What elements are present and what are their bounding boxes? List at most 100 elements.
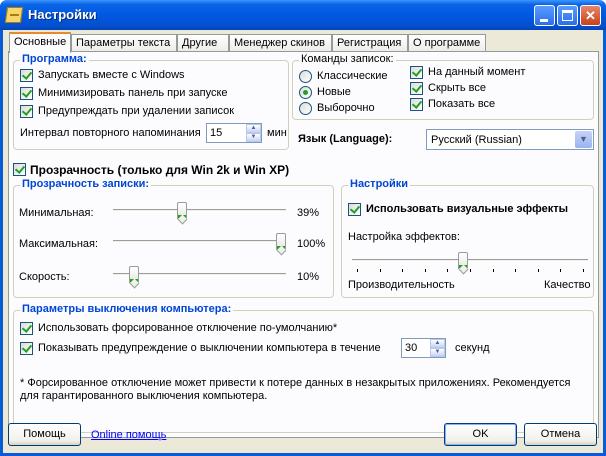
maximize-button[interactable]	[557, 5, 578, 26]
tab-registration[interactable]: Регистрация	[332, 34, 408, 52]
radio-selective-label: Выборочно	[317, 102, 375, 114]
effects-settings-group: Настройки Использовать визуальные эффект…	[341, 178, 594, 298]
language-select[interactable]: Русский (Russian) ▼	[426, 129, 594, 150]
current-moment-checkbox[interactable]	[410, 66, 423, 79]
note-commands-group: Команды записок: Классические Новые Выбо…	[292, 53, 594, 120]
shutdown-seconds-stepper[interactable]: 30 ▲ ▼	[401, 338, 446, 358]
slider-thumb[interactable]	[276, 233, 286, 250]
shutdown-warning-checkbox[interactable]	[20, 342, 33, 355]
radio-classic[interactable]	[299, 70, 312, 83]
tab-general[interactable]: Основные	[9, 32, 71, 53]
slider-track	[113, 209, 286, 212]
stepper-up-icon[interactable]: ▲	[430, 339, 445, 348]
slider-tick	[470, 269, 471, 272]
speed-slider[interactable]	[113, 264, 286, 286]
slider-thumb[interactable]	[176, 202, 187, 219]
tab-text-params[interactable]: Параметры текста	[71, 34, 177, 52]
close-icon: ✕	[585, 8, 596, 23]
minimize-on-start-checkbox[interactable]	[20, 87, 33, 100]
quality-label: Качество	[544, 279, 591, 291]
autostart-label: Запускать вместе с Windows	[38, 69, 185, 81]
radio-selective[interactable]	[299, 102, 312, 115]
min-transparency-value: 39%	[297, 207, 320, 219]
dialog-body: Основные Параметры текста Другие Менедже…	[3, 30, 603, 453]
slider-track	[113, 240, 286, 243]
slider-thumb[interactable]	[458, 252, 469, 269]
autostart-checkbox[interactable]	[20, 69, 33, 82]
title-bar[interactable]: Настройки ✕	[0, 0, 606, 30]
transparency-checkbox[interactable]	[13, 163, 26, 176]
stepper-arrows: ▲ ▼	[430, 339, 445, 357]
slider-track	[352, 259, 588, 262]
effects-tuning-label: Настройка эффектов:	[348, 231, 460, 243]
slider-tick	[357, 269, 358, 272]
visual-effects-label: Использовать визуальные эффекты	[366, 203, 569, 215]
max-transparency-label: Максимальная:	[19, 238, 99, 250]
speed-value: 10%	[297, 271, 320, 283]
stepper-up-icon[interactable]: ▲	[246, 124, 261, 133]
reminder-interval-value[interactable]: 15	[210, 127, 222, 139]
effects-quality-slider[interactable]	[352, 250, 588, 272]
radio-classic-label: Классические	[317, 70, 388, 82]
reminder-interval-label: Интервал повторного напоминания	[20, 127, 201, 139]
reminder-unit: мин	[267, 127, 287, 139]
program-group-title: Программа:	[20, 53, 89, 65]
help-button[interactable]: Помощь	[8, 423, 81, 446]
tab-other[interactable]: Другие	[177, 34, 229, 52]
slider-tick	[447, 269, 449, 272]
visual-effects-checkbox[interactable]	[348, 203, 361, 216]
note-transparency-group: Прозрачность записки: Минимальная: 39% М…	[13, 178, 334, 298]
stepper-arrows: ▲ ▼	[246, 124, 261, 142]
minimize-button[interactable]	[534, 5, 555, 26]
hide-all-checkbox[interactable]	[410, 82, 423, 95]
window-title: Настройки	[28, 7, 97, 22]
close-button[interactable]: ✕	[580, 5, 601, 26]
chevron-down-icon[interactable]: ▼	[575, 131, 592, 148]
shutdown-seconds-unit: секунд	[455, 342, 490, 354]
program-group: Программа: Запускать вместе с Windows Ми…	[13, 53, 289, 150]
shutdown-seconds-value[interactable]: 30	[405, 342, 417, 354]
maximize-icon	[562, 10, 573, 21]
cancel-button[interactable]: Отмена	[524, 423, 597, 446]
language-label: Язык (Language):	[298, 133, 393, 145]
note-app-icon	[4, 7, 24, 23]
tab-panel-general: Программа: Запускать вместе с Windows Ми…	[8, 51, 599, 438]
max-transparency-slider[interactable]	[113, 231, 286, 253]
radio-new[interactable]	[299, 86, 312, 99]
stepper-down-icon[interactable]: ▼	[430, 348, 445, 357]
tab-skin-manager[interactable]: Менеджер скинов	[229, 34, 332, 52]
radio-new-label: Новые	[317, 86, 351, 98]
minimize-icon	[540, 19, 548, 22]
shutdown-group-title: Параметры выключения компьютера:	[20, 303, 234, 315]
slider-tick	[537, 269, 539, 272]
warn-on-delete-checkbox[interactable]	[20, 105, 33, 118]
slider-thumb[interactable]	[129, 266, 140, 283]
ok-button[interactable]: OK	[444, 423, 517, 446]
warn-on-delete-label: Предупреждать при удалении записок	[38, 105, 235, 117]
force-shutdown-label: Использовать форсированное отключение по…	[38, 322, 338, 334]
hide-all-label: Скрыть все	[428, 82, 486, 94]
min-transparency-slider[interactable]	[113, 200, 286, 222]
slider-tick	[492, 269, 494, 272]
slider-tick	[515, 269, 517, 272]
note-transparency-title: Прозрачность записки:	[20, 178, 152, 190]
slider-tick	[402, 269, 404, 272]
show-all-checkbox[interactable]	[410, 98, 423, 111]
minimize-on-start-label: Минимизировать панель при запуске	[38, 87, 228, 99]
force-shutdown-checkbox[interactable]	[20, 322, 33, 335]
online-help-link[interactable]: Online помощь	[91, 429, 166, 441]
slider-ticks	[352, 269, 588, 272]
reminder-interval-stepper[interactable]: 15 ▲ ▼	[206, 123, 262, 143]
slider-tick	[379, 269, 381, 272]
speed-label: Скорость:	[19, 271, 70, 283]
effects-settings-title: Настройки	[348, 178, 411, 190]
slider-tick	[560, 269, 562, 272]
current-moment-label: На данный момент	[428, 66, 526, 78]
slider-tick	[424, 269, 426, 272]
stepper-down-icon[interactable]: ▼	[246, 133, 261, 142]
tab-about[interactable]: О программе	[408, 34, 486, 52]
shutdown-group: Параметры выключения компьютера: Использ…	[13, 303, 594, 433]
note-commands-title: Команды записок:	[299, 53, 396, 65]
transparency-label: Прозрачность (только для Win 2k и Win XP…	[30, 163, 290, 177]
max-transparency-value: 100%	[297, 238, 326, 250]
